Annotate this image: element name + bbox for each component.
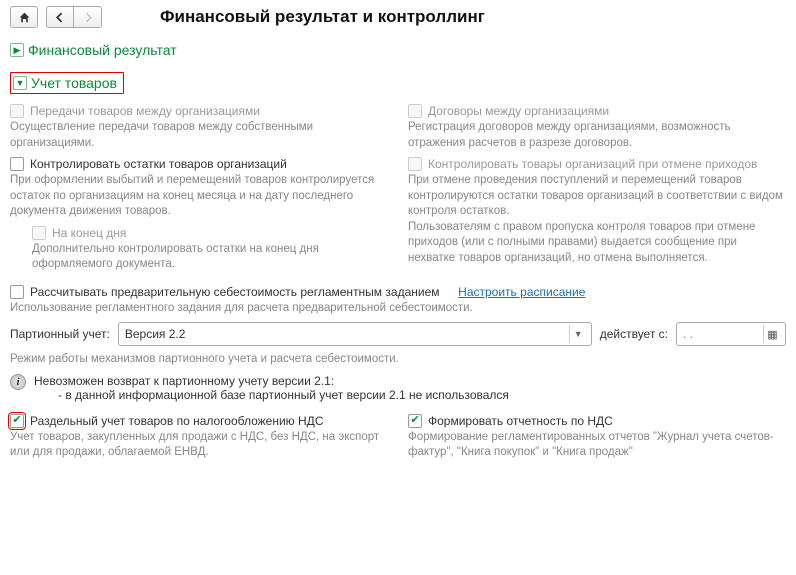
checkbox-precalc-cost[interactable] [10, 285, 24, 299]
link-configure-schedule[interactable]: Настроить расписание [458, 285, 585, 299]
forward-button [74, 6, 102, 28]
checkbox-control-stock[interactable] [10, 157, 24, 171]
checkbox-vat-reports[interactable]: ✔ [408, 414, 422, 428]
desc-end-of-day: Дополнительно контролировать остатки на … [32, 242, 388, 273]
info-icon: i [10, 374, 26, 390]
desc-contracts: Регистрация договоров между организациям… [408, 120, 786, 151]
checkbox-contracts [408, 104, 422, 118]
label-separate-vat: Раздельный учет товаров по налогообложен… [30, 414, 323, 428]
info-text: Невозможен возврат к партионному учету в… [34, 374, 509, 402]
section-label: Учет товаров [31, 75, 117, 91]
date-value: . . [683, 327, 693, 341]
page-title: Финансовый результат и контроллинг [160, 7, 485, 27]
label-vat-reports: Формировать отчетность по НДС [428, 414, 613, 428]
label-contracts: Договоры между организациями [428, 104, 609, 118]
checkbox-transfer-between-orgs [10, 104, 24, 118]
home-button[interactable] [10, 6, 38, 28]
checkbox-separate-vat[interactable]: ✔ [10, 414, 24, 428]
chevron-down-icon: ▼ [569, 325, 587, 343]
desc-transfer: Осуществление передачи товаров между соб… [10, 120, 388, 151]
desc-control-cancel: При отмене проведения поступлений и пере… [408, 173, 786, 266]
section-label: Финансовый результат [28, 42, 177, 58]
label-transfer-between-orgs: Передачи товаров между организациями [30, 104, 260, 118]
select-value: Версия 2.2 [125, 327, 186, 341]
section-financial-result[interactable]: ▶ Финансовый результат [10, 42, 177, 58]
calendar-icon[interactable]: ▦ [763, 325, 781, 343]
label-control-stock: Контролировать остатки товаров организац… [30, 157, 287, 171]
label-control-cancel: Контролировать товары организаций при от… [428, 157, 757, 171]
section-goods-accounting[interactable]: ▼ Учет товаров [10, 72, 124, 94]
select-partion-version[interactable]: Версия 2.2 ▼ [118, 322, 592, 346]
desc-precalc: Использование регламентного задания для … [10, 301, 786, 317]
label-precalc-cost: Рассчитывать предварительную себестоимос… [30, 285, 440, 299]
desc-vat-reports: Формирование регламентированных отчетов … [408, 430, 786, 461]
chevron-right-icon: ▶ [10, 43, 24, 57]
label-partion: Партионный учет: [10, 327, 110, 341]
label-effective-from: действует с: [600, 327, 668, 341]
chevron-down-icon: ▼ [13, 76, 27, 90]
back-button[interactable] [46, 6, 74, 28]
desc-partion-mode: Режим работы механизмов партионного учет… [10, 352, 786, 368]
checkbox-end-of-day [32, 226, 46, 240]
input-effective-date[interactable]: . . ▦ [676, 322, 786, 346]
desc-control-stock: При оформлении выбытий и перемещений тов… [10, 173, 388, 220]
checkbox-control-cancel [408, 157, 422, 171]
label-end-of-day: На конец дня [52, 226, 126, 240]
desc-separate-vat: Учет товаров, закупленных для продажи с … [10, 430, 388, 461]
